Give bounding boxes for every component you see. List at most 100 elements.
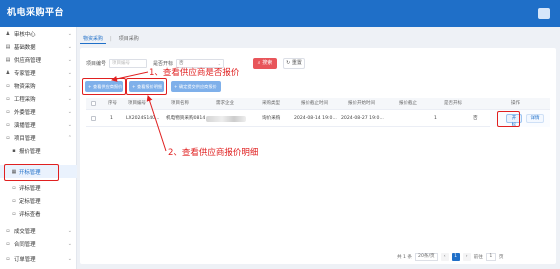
highlight-sidebar-bid-open — [4, 164, 59, 181]
highlight-open-bid — [497, 111, 520, 127]
doc-icon: ▫ — [12, 210, 16, 217]
doc-icon: ▫ — [6, 121, 10, 128]
sidebar-item-engineering[interactable]: ▫ 工程采购 ⌄ — [0, 92, 77, 105]
total-count: 共 1 条 — [397, 255, 413, 260]
dot-icon: ▪ — [12, 147, 16, 154]
highlight-view-supplier-quote — [82, 78, 126, 95]
annotation-step-2: 2、查看供应商报价明细 — [168, 148, 259, 158]
sidebar: ♟ 审核中心 ⌄ ▤ 基础数据 ⌄ ▤ 供应商管理 ⌄ ♟ 专家管理 ⌄ ▫ 物资采购 ⌄ ▫ 工程采… — [0, 27, 77, 269]
table-row[interactable]: 1 LX2024S140... 机电物资采购0814 询价采购 2024-08-… — [86, 110, 550, 128]
chevron-down-icon: ⌄ — [67, 121, 72, 128]
search-icon: ⌕ — [257, 60, 261, 66]
pagination: 共 1 条 20条/页 ‹ 1 › 前往 1 页 — [397, 253, 503, 261]
user-icon: ♟ — [5, 30, 11, 37]
doc-icon: ▫ — [6, 134, 10, 141]
sidebar-item-review-center[interactable]: ♟ 审核中心 ⌄ — [0, 27, 77, 40]
doc-icon: ▫ — [6, 255, 10, 262]
doc-icon: ▫ — [12, 197, 16, 204]
reset-button[interactable]: ↻ 重置 — [283, 58, 305, 69]
refresh-icon: ↻ — [286, 60, 291, 66]
project-no-label: 项目编号 — [86, 61, 107, 67]
doc-icon: ▫ — [6, 95, 10, 102]
col-header: 报价截止 — [399, 101, 417, 106]
chevron-down-icon: ⌄ — [67, 82, 72, 89]
col-header: 报价开始时间 — [348, 101, 375, 106]
next-page-button[interactable]: › — [462, 253, 471, 261]
cell-opened: 否 — [473, 116, 478, 121]
sidebar-item-expert[interactable]: ♟ 专家管理 ⌄ — [0, 66, 77, 79]
sidebar-item-project[interactable]: ▫ 项目管理 ⌃ — [0, 131, 77, 144]
sidebar-item-eval-view[interactable]: ▫ 评标查看 — [0, 207, 77, 220]
col-header: 项目编号 — [128, 101, 146, 106]
col-header: 是否开标 — [444, 101, 462, 106]
goto-page-input[interactable]: 1 — [485, 253, 496, 261]
sidebar-item-deal[interactable]: ▫ 成交管理 ⌄ — [0, 224, 77, 237]
doc-icon: ▫ — [6, 82, 10, 89]
page-number-current[interactable]: 1 — [451, 253, 460, 261]
col-header: 报价截止时间 — [301, 101, 328, 106]
project-no-input[interactable]: 项目编号 — [109, 59, 148, 68]
prev-page-button[interactable]: ‹ — [440, 253, 449, 261]
chevron-down-icon: ⌄ — [67, 255, 72, 262]
search-button[interactable]: ⌕ 搜索 — [253, 58, 277, 69]
row-checkbox[interactable] — [91, 116, 96, 121]
page-unit: 页 — [498, 255, 504, 260]
select-all-checkbox[interactable] — [91, 101, 96, 106]
chevron-down-icon: ⌄ — [67, 95, 72, 102]
user-icon: ♟ — [5, 69, 11, 76]
confirm-submit-quote-button[interactable]: + 确定提交供应商报价 — [171, 81, 221, 92]
plus-icon: + — [174, 84, 178, 89]
cell-project-no: LX2024S140... — [126, 116, 160, 121]
sidebar-item-contract[interactable]: ▫ 合同管理 ⌄ — [0, 237, 77, 250]
cell-deadline: 1 — [434, 116, 437, 121]
cell-end-time: 2024-08-14 19:0... — [294, 116, 337, 121]
cell-start-time: 2024-08-27 19:0... — [341, 116, 384, 121]
col-header: 项目名称 — [171, 101, 189, 106]
app-title: 机电采购平台 — [7, 8, 65, 18]
doc-icon: ▫ — [6, 240, 10, 247]
chevron-down-icon: ⌄ — [67, 30, 72, 37]
col-header: 操作 — [511, 101, 520, 106]
col-header: 序号 — [108, 101, 117, 106]
chevron-down-icon: ⌄ — [67, 43, 72, 50]
cell-company-redacted — [206, 116, 246, 122]
chevron-down-icon: ⌄ — [67, 56, 72, 63]
tab-bar: 物资采购 | 项目采购 — [80, 32, 556, 45]
chevron-down-icon: ⌄ — [67, 108, 72, 115]
col-header: 采购类型 — [262, 101, 280, 106]
sidebar-item-bid-award[interactable]: ▫ 定标管理 — [0, 194, 77, 207]
sidebar-item-basic-data[interactable]: ▤ 基础数据 ⌄ — [0, 40, 77, 53]
table-header: 序号 项目编号 项目名称 需求企业 采购类型 报价截止时间 报价开始时间 报价截… — [86, 98, 550, 110]
page-size-select[interactable]: 20条/页 — [415, 253, 438, 261]
sidebar-item-order[interactable]: ▫ 订单管理 ⌄ — [0, 252, 77, 265]
annotation-step-1: 1、查看供应商是否报价 — [149, 68, 240, 78]
chevron-up-icon: ⌃ — [67, 134, 72, 141]
detail-button[interactable]: 详情 — [526, 114, 544, 123]
highlight-view-quote-detail — [126, 78, 167, 95]
tab-project-purchase[interactable]: 项目采购 — [116, 34, 142, 43]
sidebar-item-supplier[interactable]: ▤ 供应商管理 ⌄ — [0, 53, 77, 66]
chevron-down-icon: ⌄ — [67, 240, 72, 247]
sidebar-item-outsourcing[interactable]: ▫ 外委管理 ⌄ — [0, 105, 77, 118]
user-menu[interactable] — [538, 8, 550, 19]
list-icon: ▤ — [5, 56, 11, 63]
sidebar-item-broadcast[interactable]: ▫ 演播管理 ⌄ — [0, 118, 77, 131]
chevron-down-icon: ⌄ — [67, 69, 72, 76]
sidebar-item-quote[interactable]: ▪ 报价管理 — [0, 144, 77, 157]
avatar[interactable] — [538, 8, 550, 19]
doc-icon: ▫ — [6, 227, 10, 234]
cell-project-name: 机电物资采购0814 — [166, 116, 206, 121]
top-header: 机电采购平台 — [0, 0, 560, 27]
doc-icon: ▫ — [6, 108, 10, 115]
cell-type: 询价采购 — [262, 116, 281, 121]
goto-label: 前往 — [473, 255, 483, 260]
chevron-down-icon: ⌄ — [67, 227, 72, 234]
doc-icon: ▫ — [12, 184, 16, 191]
sidebar-item-material[interactable]: ▫ 物资采购 ⌄ — [0, 79, 77, 92]
tab-separator: | — [110, 35, 112, 42]
cell-index: 1 — [110, 116, 113, 121]
tab-material-purchase[interactable]: 物资采购 — [80, 34, 107, 44]
list-icon: ▤ — [5, 43, 11, 50]
sidebar-item-bid-eval[interactable]: ▫ 评标管理 — [0, 181, 77, 194]
col-header: 需求企业 — [216, 101, 234, 106]
